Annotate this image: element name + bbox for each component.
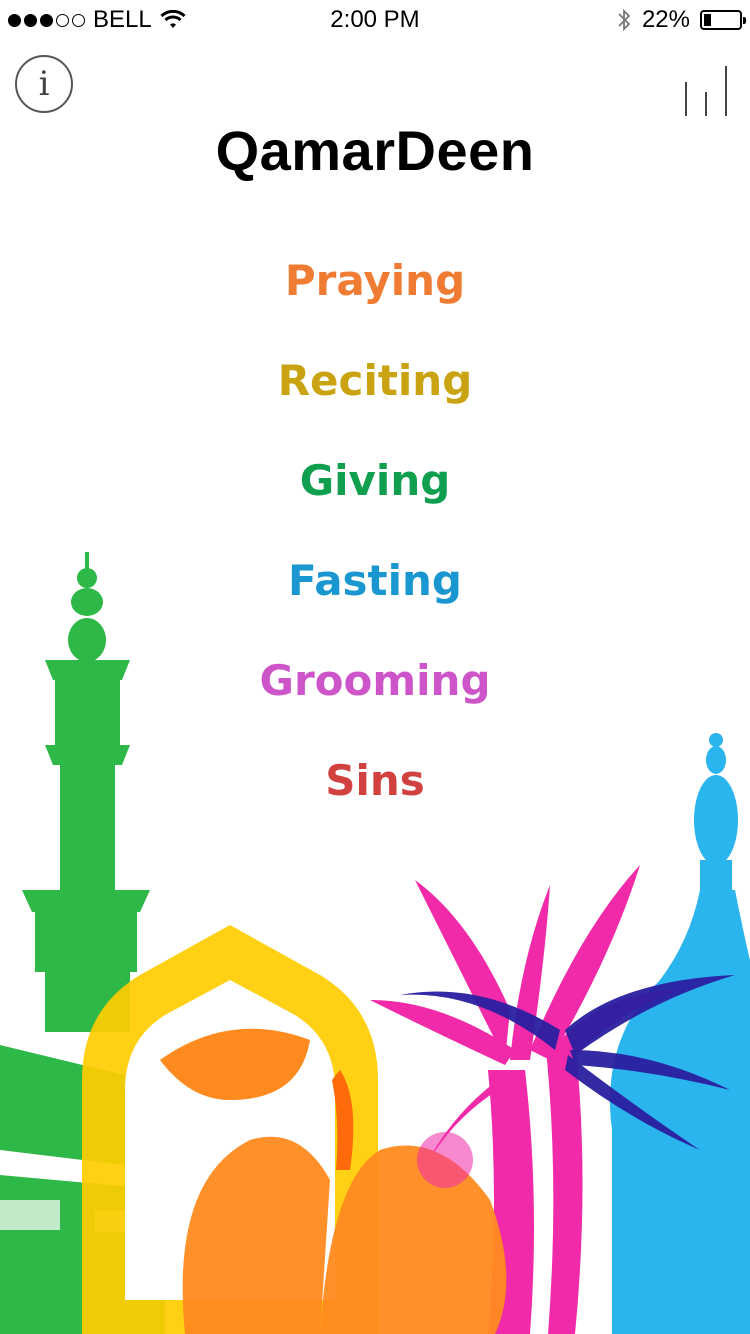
bluetooth-icon [618, 8, 631, 32]
battery-percent: 22% [641, 6, 690, 33]
menu-item-giving[interactable]: Giving [0, 450, 750, 550]
status-right: 22% [616, 6, 746, 34]
battery-icon [700, 10, 746, 30]
palm-tree-shape [370, 865, 680, 1334]
info-button[interactable]: i [15, 55, 73, 113]
menu-item-praying[interactable]: Praying [0, 250, 750, 350]
info-icon: i [38, 64, 50, 104]
date-fruit-shape [160, 1028, 507, 1334]
menu-item-grooming[interactable]: Grooming [0, 650, 750, 750]
palm-leaves-dark [400, 975, 735, 1150]
app-title: QamarDeen [215, 119, 535, 182]
menu-item-fasting[interactable]: Fasting [0, 550, 750, 650]
activity-menu: Praying Reciting Giving Fasting Grooming… [0, 250, 750, 850]
stats-button[interactable] [680, 60, 732, 118]
status-bar: BELL 2:00 PM 22% [0, 0, 750, 40]
kaaba-shape [0, 1045, 165, 1334]
menu-item-sins[interactable]: Sins [0, 750, 750, 850]
menu-item-reciting[interactable]: Reciting [0, 350, 750, 450]
stats-icon [685, 66, 727, 116]
arch-shape [82, 925, 378, 1334]
